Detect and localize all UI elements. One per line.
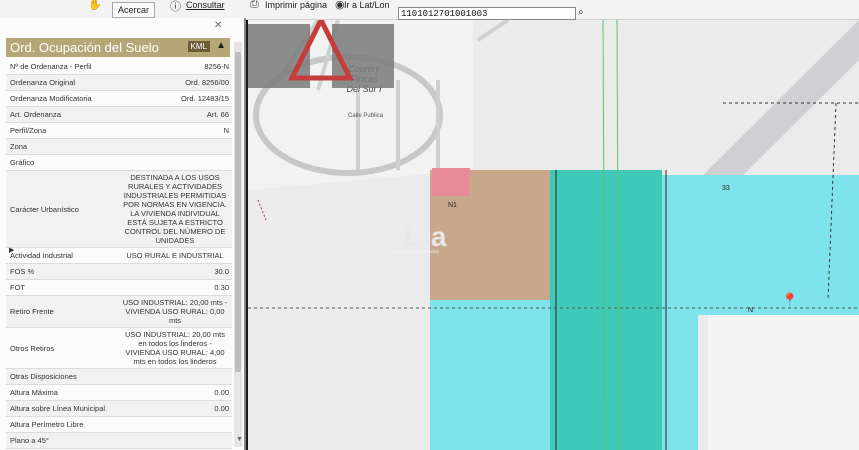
street-label: Calle Publica <box>348 113 384 119</box>
attribute-label: Ordenanza Original <box>10 78 76 87</box>
attribute-value <box>118 139 232 154</box>
attribute-row: Art. Ordenanza Art. 66 <box>6 107 232 123</box>
attribute-row: Altura sobre Línea Municipal 0.00 <box>6 401 232 417</box>
attribute-row: FOS % 30.0 <box>6 264 232 280</box>
kml-button[interactable]: KML <box>187 41 210 52</box>
red-dashed-line <box>257 199 267 221</box>
attribute-row: Retiro Frente USO INDUSTRIAL: 20,00 mts -… <box>6 296 232 328</box>
attribute-value: Ord. 8256/00 <box>185 78 229 87</box>
consult-button[interactable]: Consultar <box>186 0 225 10</box>
expand-arrow-icon[interactable]: ▶ <box>9 246 14 254</box>
attribute-value: USO INDUSTRIAL: 20,00 mts en todos los l… <box>124 330 226 366</box>
attribute-value: 0.30 <box>214 283 229 292</box>
location-pin-icon[interactable]: 📍 <box>781 292 798 309</box>
white-lot <box>708 315 859 450</box>
attribute-value: Art. 66 <box>206 110 229 119</box>
attribute-table: Nº de Ordenanza - Perfil 8256-N Ordenanza … <box>6 59 232 450</box>
attribute-label: Gráfico <box>10 158 35 167</box>
attribute-row: Actividad Industrial USO RURAL E INDUSTRI… <box>6 248 232 264</box>
attribute-value: DESTINADA A LOS USOS RURALES Y ACTIVIDAD… <box>123 173 227 245</box>
attribute-label: Perfil/Zona <box>10 126 47 135</box>
scroll-thumb[interactable] <box>235 52 241 372</box>
attribute-row: Gráfico <box>6 155 232 171</box>
attribute-row: Zona <box>6 139 232 155</box>
attribute-value: Ord. 12483/15 <box>181 94 229 103</box>
attribute-label: Altura sobre Línea Municipal <box>10 404 106 413</box>
attribute-value: 0.00 <box>214 404 229 413</box>
attribute-row: Plano a 45° <box>6 433 232 449</box>
attribute-row: Nº de Ordenanza - Perfil 8256-N <box>6 59 232 75</box>
watermark-logo <box>248 20 394 88</box>
attribute-value: 30.0 <box>214 267 229 276</box>
attribute-label: Otras Disposiciones <box>10 372 77 381</box>
collapse-icon[interactable]: ▲ <box>216 40 226 51</box>
printer-icon[interactable]: ⎙ <box>250 0 259 11</box>
watermark-subtext: Servicios Inmobiliarios <box>394 249 439 254</box>
attribute-value: 0.00 <box>214 388 229 397</box>
parcel-n1-label: N1 <box>448 202 457 209</box>
hand-icon[interactable]: ✋ <box>88 0 102 11</box>
attribute-label: FOT <box>10 283 25 292</box>
map-canvas[interactable]: Country Fincas Del Sur I Calle Publica N… <box>248 20 859 450</box>
attribute-value: N <box>223 126 229 135</box>
cyan-zone-left <box>430 300 550 450</box>
attribute-row: Perfil/Zona N <box>6 123 232 139</box>
attribute-label: Actividad Industrial <box>10 251 73 260</box>
attribute-value: 8256-N <box>204 62 229 71</box>
attribute-label: Ordenanza Modificatoria <box>10 94 92 103</box>
search-input[interactable] <box>398 7 576 20</box>
go-to-latlon-button[interactable]: Ir a Lat/Lon <box>344 0 390 10</box>
attribute-label: FOS % <box>10 267 35 276</box>
attribute-label: Nº de Ordenanza - Perfil <box>10 62 92 71</box>
panel-scrollbar[interactable] <box>234 42 242 447</box>
close-icon[interactable]: ✕ <box>214 20 222 31</box>
attribute-row: Otras Disposiciones <box>6 369 232 385</box>
print-button[interactable]: Imprimir página <box>265 0 327 10</box>
attribute-label: Art. Ordenanza <box>10 110 61 119</box>
attribute-value <box>118 369 232 384</box>
attribute-label: Zona <box>10 142 28 151</box>
scroll-down-icon[interactable]: ▼ <box>236 436 243 443</box>
parcel-33-label: 33 <box>722 185 730 192</box>
attribute-label: Otros Retiros <box>10 343 55 353</box>
attribute-value <box>118 433 232 448</box>
cyan-zone-lower <box>662 315 698 450</box>
attribute-label: Plano a 45° <box>10 436 49 445</box>
attribute-label: Carácter Urbanístico <box>10 204 79 214</box>
attribute-value: USO INDUSTRIAL: 20,00 mts - VIVIENDA USO… <box>122 298 228 325</box>
attribute-row: Ordenanza Modificatoria Ord. 12483/15 <box>6 91 232 107</box>
search-icon[interactable]: ⌕ <box>578 7 584 18</box>
attribute-row: Carácter Urbanístico DESTINADA A LOS USOS… <box>6 171 232 248</box>
zoom-in-button[interactable]: Acercar <box>112 2 156 18</box>
info-panel: ✕ Ord. Ocupación del Suelo KML ▲ Nº de O… <box>0 18 246 450</box>
attribute-value <box>118 417 232 432</box>
attribute-label: Altura Perímetro Libre <box>10 420 84 429</box>
teal-zone <box>550 170 662 450</box>
attribute-row: FOT 0.30 <box>6 280 232 296</box>
panel-title: Ord. Ocupación del Suelo KML ▲ <box>6 38 230 57</box>
attribute-label: Altura Máxima <box>10 388 58 397</box>
attribute-row: Altura Perímetro Libre <box>6 417 232 433</box>
attribute-label: Retiro Frente <box>10 307 54 316</box>
attribute-row: Ordenanza Original Ord. 8256/00 <box>6 75 232 91</box>
pink-parcel <box>432 168 470 196</box>
attribute-value <box>118 155 232 170</box>
attribute-row: Altura Máxima 0.00 <box>6 385 232 401</box>
attribute-row: Otros Retiros USO INDUSTRIAL: 20,00 mts e… <box>6 328 232 369</box>
info-icon[interactable]: ⓘ <box>170 0 181 14</box>
cyan-zone-right <box>662 175 859 315</box>
panel-title-text: Ord. Ocupación del Suelo <box>10 40 159 55</box>
toolbar: ✋ Acercar ⓘ Consultar ⎙ Imprimir página … <box>0 0 859 20</box>
attribute-value: USO RURAL E INDUSTRIAL <box>126 251 224 260</box>
zone-n-label: N <box>748 307 754 314</box>
